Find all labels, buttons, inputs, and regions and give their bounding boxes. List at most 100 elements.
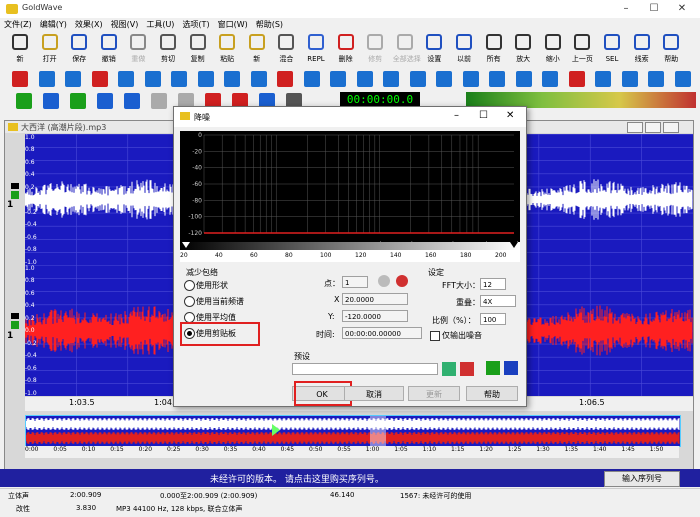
toolbar-button-set[interactable]: 设置: [422, 34, 446, 68]
effect-tool-icon[interactable]: [383, 71, 399, 87]
dialog-close-icon[interactable]: ✕: [506, 110, 514, 121]
effect-tool-icon[interactable]: [515, 71, 532, 87]
effect-tool-icon[interactable]: [462, 71, 479, 87]
right-speaker-icon[interactable]: [11, 313, 19, 319]
toolbar-button-paste[interactable]: 粘贴: [215, 34, 239, 68]
toolbar-button-zoom-in[interactable]: 放大: [511, 34, 535, 68]
x-field[interactable]: 20.0000: [342, 293, 408, 305]
play-icon[interactable]: [16, 93, 32, 109]
toolbar-button-previous[interactable]: 以前: [452, 34, 476, 68]
message-bar[interactable]: 未经许可的版本。 请点击这里购买序列号。: [0, 469, 700, 487]
unlicensed-message[interactable]: 未经许可的版本。 请点击这里购买序列号。: [210, 472, 384, 485]
time-field[interactable]: 00:00:00.00000: [342, 327, 422, 339]
effect-tool-icon[interactable]: [436, 71, 452, 87]
effect-tool-icon[interactable]: [595, 71, 611, 87]
minimize-icon[interactable]: –: [612, 0, 640, 18]
effect-tool-icon[interactable]: [356, 71, 373, 87]
menu-window[interactable]: 窗口(W): [214, 18, 252, 32]
effect-tool-icon[interactable]: [303, 71, 320, 87]
effect-tool-icon[interactable]: [542, 71, 558, 87]
effect-tool-icon[interactable]: [118, 71, 134, 87]
preset-select[interactable]: [292, 363, 438, 375]
overview-bar[interactable]: [25, 415, 681, 447]
toolbar-button-undo[interactable]: 撤销: [97, 34, 121, 68]
play-to-end-icon[interactable]: [70, 93, 86, 109]
remove-point-icon[interactable]: [396, 275, 408, 287]
toolbar-button-save[interactable]: 保存: [67, 34, 91, 68]
effect-tool-icon[interactable]: [674, 71, 691, 87]
rewind-icon[interactable]: [97, 93, 113, 109]
overlap-select[interactable]: 4X: [480, 295, 516, 307]
cancel-button[interactable]: 取消: [344, 386, 404, 401]
effect-tool-icon[interactable]: [648, 71, 664, 87]
effect-tool-icon[interactable]: [144, 71, 161, 87]
effect-tool-icon[interactable]: [224, 71, 240, 87]
effect-tool-icon[interactable]: [171, 71, 187, 87]
spectrum-slider[interactable]: 20 40 60 80 100 120 140 160 180 200: [180, 242, 520, 262]
slider-right-handle[interactable]: [510, 242, 518, 248]
scale-field[interactable]: 100: [480, 313, 506, 325]
menu-help[interactable]: 帮助(S): [252, 18, 287, 32]
toolbar-button-cut[interactable]: 剪切: [156, 34, 180, 68]
toolbar-button-paste-new[interactable]: 新: [245, 34, 269, 68]
toolbar-button-zoom-out[interactable]: 缩小: [541, 34, 565, 68]
play-preview-icon[interactable]: [486, 361, 500, 375]
option-current-spectrum-radio[interactable]: [184, 296, 195, 307]
y-field[interactable]: -120.0000: [342, 310, 408, 322]
toolbar-button-trim[interactable]: 修剪: [363, 34, 387, 68]
add-preset-icon[interactable]: [442, 362, 456, 376]
play-selection-icon[interactable]: [43, 93, 59, 109]
toolbar-button-open[interactable]: 打开: [38, 34, 62, 68]
doc-restore-icon[interactable]: [645, 122, 661, 133]
add-point-icon[interactable]: [378, 275, 390, 287]
delete-preset-icon[interactable]: [460, 362, 474, 376]
dialog-minimize-icon[interactable]: –: [454, 110, 459, 121]
effect-tool-icon[interactable]: [91, 71, 108, 87]
toolbar-button-zoom-all[interactable]: 所有: [482, 34, 506, 68]
effect-tool-icon[interactable]: [38, 71, 55, 87]
doc-close-icon[interactable]: [663, 122, 679, 133]
point-field[interactable]: 1: [342, 276, 368, 288]
pause-icon[interactable]: [151, 93, 167, 109]
fft-field[interactable]: 12: [480, 278, 506, 290]
effect-tool-icon[interactable]: [621, 71, 638, 87]
stop-preview-icon[interactable]: [504, 361, 518, 375]
help-button[interactable]: 帮助: [466, 386, 518, 401]
toolbar-button-redo[interactable]: 重做: [126, 34, 150, 68]
effect-tool-icon[interactable]: [12, 71, 28, 87]
update-button[interactable]: 更新: [408, 386, 460, 401]
spectrum-graph[interactable]: 0-20-40-60-80-100-12020501002005001k2k5k…: [180, 131, 521, 251]
menu-view[interactable]: 视图(V): [107, 18, 143, 32]
dialog-maximize-icon[interactable]: ☐: [479, 110, 488, 121]
effect-tool-icon[interactable]: [65, 71, 81, 87]
close-icon[interactable]: ✕: [668, 0, 696, 18]
slider-left-handle[interactable]: [182, 242, 190, 248]
effect-tool-icon[interactable]: [250, 71, 267, 87]
toolbar-button-help[interactable]: 帮助: [659, 34, 683, 68]
option-shape-radio[interactable]: [184, 280, 195, 291]
doc-minimize-icon[interactable]: [627, 122, 643, 133]
menu-effects[interactable]: 效果(X): [71, 18, 107, 32]
effect-tool-icon[interactable]: [330, 71, 346, 87]
toolbar-button-sel[interactable]: SEL: [600, 34, 624, 68]
enter-serial-button[interactable]: 输入序列号: [604, 471, 680, 487]
effect-tool-icon[interactable]: [568, 71, 585, 87]
effect-tool-icon[interactable]: [197, 71, 214, 87]
toolbar-button-cue[interactable]: 线索: [630, 34, 654, 68]
left-speaker-icon[interactable]: [11, 183, 19, 189]
left-enable-checkbox[interactable]: [11, 191, 19, 199]
menu-tools[interactable]: 工具(U): [142, 18, 178, 32]
maximize-icon[interactable]: ☐: [640, 0, 668, 18]
toolbar-button-delete[interactable]: 删除: [334, 34, 358, 68]
right-enable-checkbox[interactable]: [11, 321, 19, 329]
toolbar-button-select-all[interactable]: 全部选择: [393, 34, 421, 68]
menu-options[interactable]: 选项(T): [178, 18, 213, 32]
menu-edit[interactable]: 编辑(Y): [36, 18, 71, 32]
toolbar-button-copy[interactable]: 复制: [186, 34, 210, 68]
toolbar-button-new[interactable]: 新: [8, 34, 32, 68]
fast-forward-icon[interactable]: [124, 93, 140, 109]
toolbar-button-prev-page[interactable]: 上一页: [570, 34, 594, 68]
effect-tool-icon[interactable]: [277, 71, 293, 87]
output-noise-checkbox[interactable]: [430, 331, 440, 341]
effect-tool-icon[interactable]: [489, 71, 505, 87]
